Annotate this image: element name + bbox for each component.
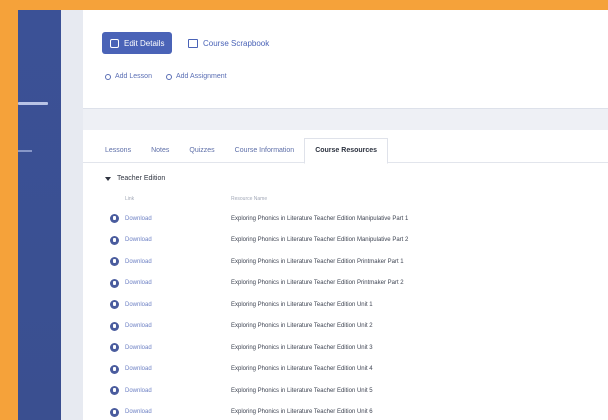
table-row: Download Exploring Phonics in Literature … bbox=[83, 316, 608, 337]
add-assignment-label: Add Assignment bbox=[175, 73, 227, 80]
download-link[interactable]: Download bbox=[125, 302, 152, 308]
caret-down-icon bbox=[105, 176, 111, 181]
sidebar-item[interactable] bbox=[18, 150, 32, 152]
quick-links: Add Lesson Add Assignment bbox=[105, 73, 227, 80]
download-link[interactable]: Download bbox=[125, 323, 152, 329]
tab-course-information[interactable]: Course Information bbox=[225, 138, 305, 162]
resource-name: Exploring Phonics in Literature Teacher … bbox=[231, 280, 404, 286]
sidebar-item-active[interactable] bbox=[18, 102, 48, 105]
sidebar bbox=[18, 10, 61, 420]
table-row: Download Exploring Phonics in Literature … bbox=[83, 251, 608, 272]
edit-details-label: Edit Details bbox=[124, 38, 165, 48]
resource-name: Exploring Phonics in Literature Teacher … bbox=[231, 237, 409, 243]
table-row: Download Exploring Phonics in Literature … bbox=[83, 294, 608, 315]
table-row: Download Exploring Phonics in Literature … bbox=[83, 337, 608, 358]
download-link[interactable]: Download bbox=[125, 259, 152, 265]
resource-name: Exploring Phonics in Literature Teacher … bbox=[231, 301, 373, 308]
resource-name: Exploring Phonics in Literature Teacher … bbox=[231, 258, 404, 265]
add-lesson-link[interactable]: Add Lesson bbox=[105, 73, 152, 80]
resource-name: Exploring Phonics in Literature Teacher … bbox=[231, 215, 409, 222]
download-link[interactable]: Download bbox=[125, 216, 152, 222]
resource-name: Exploring Phonics in Literature Teacher … bbox=[231, 323, 373, 329]
teacher-edition-toggle[interactable]: Teacher Edition bbox=[105, 175, 165, 182]
column-header-resource-name: Resource Name bbox=[231, 196, 268, 202]
course-content-panel: Lessons Notes Quizzes Course Information… bbox=[83, 130, 608, 420]
download-link[interactable]: Download bbox=[125, 409, 152, 415]
resource-name: Exploring Phonics in Literature Teacher … bbox=[231, 387, 373, 394]
download-icon[interactable] bbox=[110, 386, 119, 395]
course-header-card: Edit Details Course Scrapbook Add Lesson… bbox=[83, 10, 608, 109]
table-row: Download Exploring Phonics in Literature … bbox=[83, 273, 608, 294]
download-icon[interactable] bbox=[110, 257, 119, 266]
table-row: Download Exploring Phonics in Literature … bbox=[83, 208, 608, 229]
course-scrapbook-button[interactable]: Course Scrapbook bbox=[188, 32, 269, 54]
download-icon[interactable] bbox=[110, 343, 119, 352]
table-row: Download Exploring Phonics in Literature … bbox=[83, 380, 608, 401]
resource-name: Exploring Phonics in Literature Teacher … bbox=[231, 409, 373, 415]
scrapbook-icon bbox=[188, 38, 198, 48]
download-link[interactable]: Download bbox=[125, 280, 152, 286]
tab-quizzes[interactable]: Quizzes bbox=[179, 138, 224, 162]
download-icon[interactable] bbox=[110, 214, 119, 223]
tab-notes[interactable]: Notes bbox=[141, 138, 179, 162]
add-assignment-link[interactable]: Add Assignment bbox=[165, 73, 227, 80]
download-icon[interactable] bbox=[110, 407, 119, 417]
table-row: Download Exploring Phonics in Literature … bbox=[83, 359, 608, 380]
gutter bbox=[61, 10, 83, 420]
course-scrapbook-label: Course Scrapbook bbox=[203, 38, 270, 48]
download-link[interactable]: Download bbox=[125, 366, 152, 372]
edit-details-button[interactable]: Edit Details bbox=[102, 32, 173, 54]
resource-name: Exploring Phonics in Literature Teacher … bbox=[231, 366, 373, 372]
app-window: Edit Details Course Scrapbook Add Lesson… bbox=[18, 10, 608, 420]
tab-lessons[interactable]: Lessons bbox=[83, 138, 141, 162]
download-icon[interactable] bbox=[110, 278, 119, 288]
edit-icon bbox=[110, 38, 119, 48]
download-icon[interactable] bbox=[110, 364, 119, 374]
download-link[interactable]: Download bbox=[125, 345, 152, 351]
table-row: Download Exploring Phonics in Literature … bbox=[83, 230, 608, 251]
tab-course-resources[interactable]: Course Resources bbox=[304, 137, 389, 164]
column-header-link: Link bbox=[125, 196, 135, 202]
table-row: Download Exploring Phonics in Literature … bbox=[83, 402, 608, 420]
download-icon[interactable] bbox=[110, 300, 119, 309]
plus-circle-icon bbox=[105, 73, 111, 80]
download-icon[interactable] bbox=[110, 235, 119, 245]
download-link[interactable]: Download bbox=[125, 388, 152, 394]
resource-name: Exploring Phonics in Literature Teacher … bbox=[231, 344, 373, 351]
tab-bar: Lessons Notes Quizzes Course Information… bbox=[83, 137, 608, 164]
plus-circle-icon bbox=[165, 73, 172, 80]
download-link[interactable]: Download bbox=[125, 237, 152, 243]
add-lesson-label: Add Lesson bbox=[115, 73, 152, 80]
download-icon[interactable] bbox=[110, 321, 119, 331]
section-title: Teacher Edition bbox=[117, 175, 166, 182]
